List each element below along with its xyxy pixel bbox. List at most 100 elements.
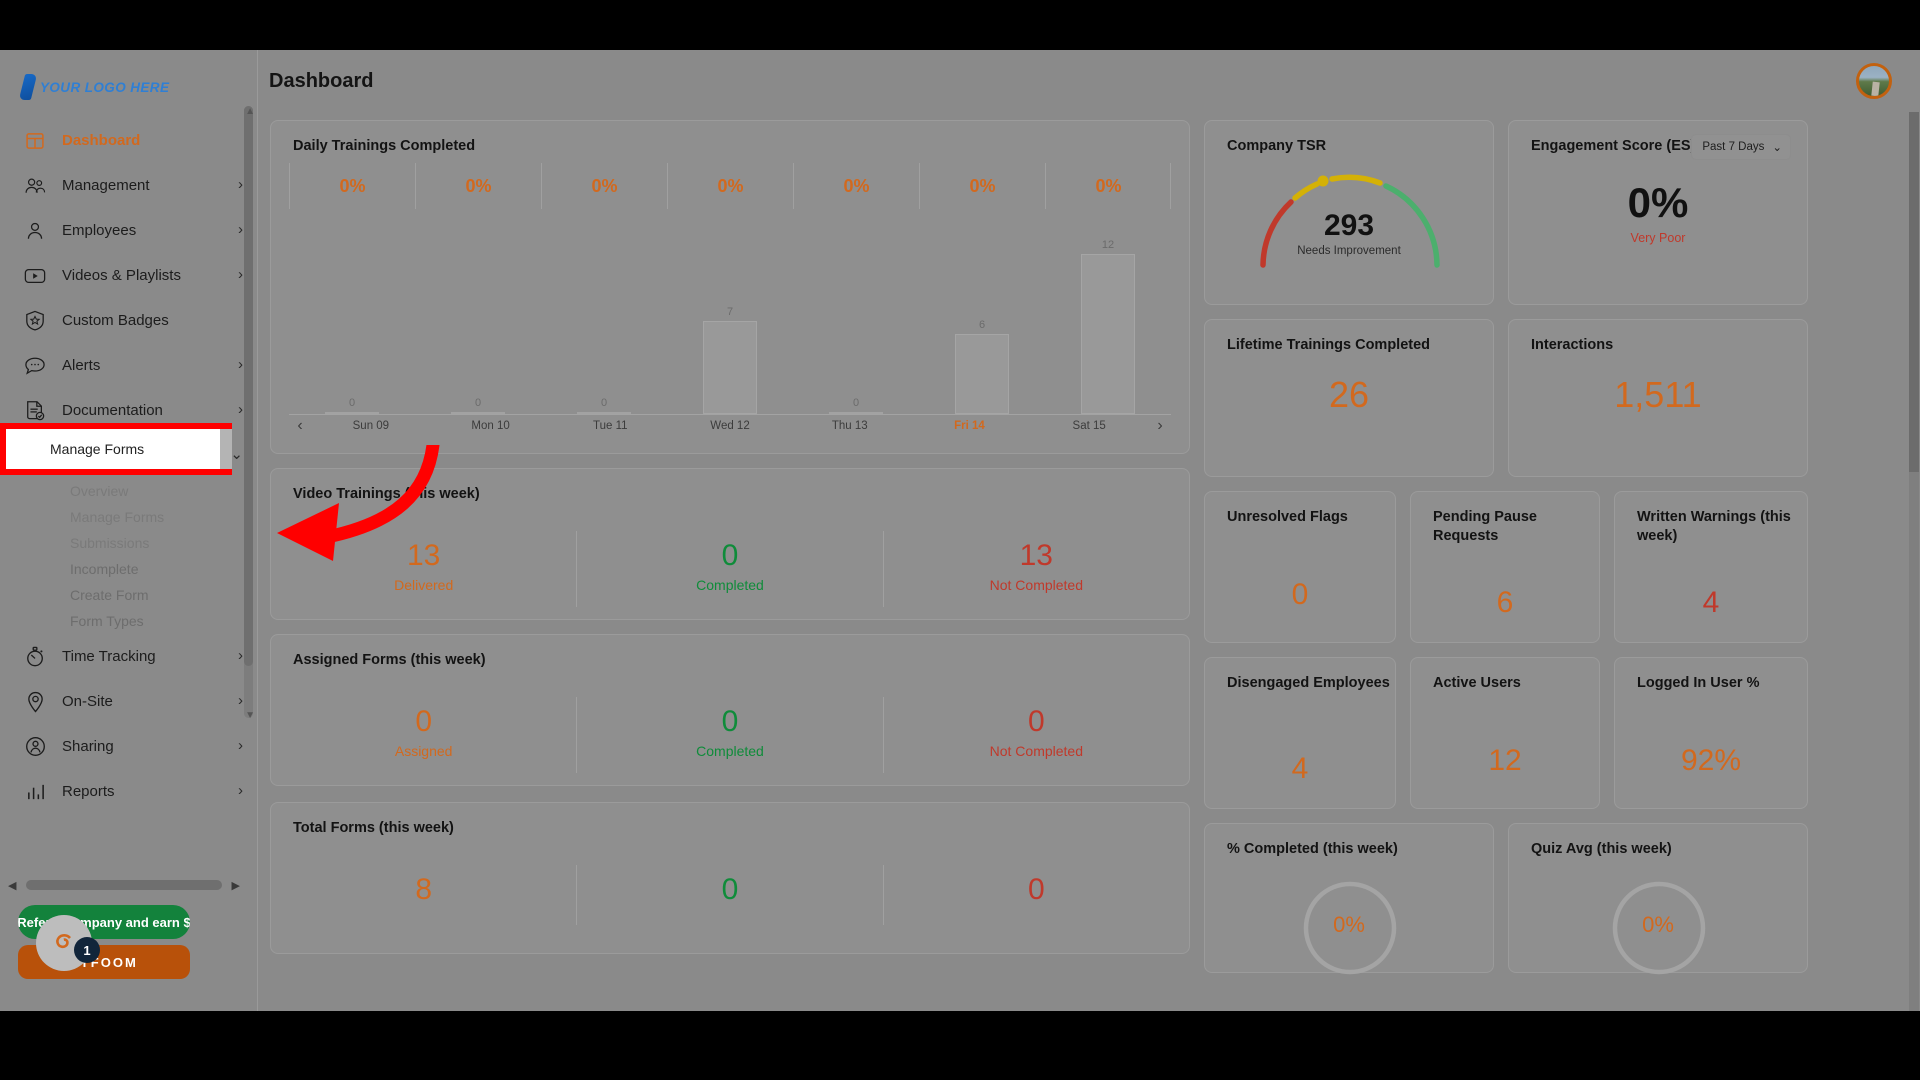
scroll-left-arrow-icon[interactable]: ◀	[8, 879, 16, 892]
sidebar-item-custom-badges[interactable]: Custom Badges	[0, 298, 257, 343]
stat-label: Not Completed	[989, 576, 1084, 593]
bar-column[interactable]: 0	[415, 217, 541, 414]
stat-label: Completed	[696, 742, 764, 759]
sidebar-subitem-label: Overview	[70, 483, 129, 499]
stat-label: Assigned	[394, 742, 453, 759]
axis-tick-label: Tue 11	[593, 420, 628, 432]
bar[interactable]	[451, 412, 505, 414]
chevron-right-icon: ›	[238, 692, 243, 709]
user-avatar[interactable]	[1856, 63, 1892, 99]
card-title: Active Users	[1433, 675, 1521, 691]
sidebar-subitem-create-form[interactable]: Create Form	[0, 582, 257, 608]
scroll-down-arrow-icon[interactable]: ▼	[245, 710, 255, 721]
sidebar-subitem-form-types[interactable]: Form Types	[0, 608, 257, 634]
sidebar-item-label: Custom Badges	[62, 312, 169, 329]
bar[interactable]	[955, 334, 1009, 414]
sidebar-subitem-label: Manage Forms	[70, 509, 165, 525]
bar[interactable]	[703, 321, 757, 414]
card-title: Pending Pause Requests	[1433, 509, 1537, 544]
scrollbar-thumb[interactable]	[26, 880, 222, 890]
chevron-right-icon: ›	[238, 647, 243, 664]
bar-value-label: 0	[852, 397, 860, 409]
bar-column[interactable]: 0	[793, 217, 919, 414]
stat-cell: 0 Assigned	[271, 697, 576, 773]
sidebar-item-employees[interactable]: Employees ›	[0, 208, 257, 253]
sidebar-horizontal-scrollbar[interactable]: ◀ ▶	[8, 877, 240, 893]
stat-value: 0	[415, 705, 432, 738]
sidebar-subitem-incomplete[interactable]: Incomplete	[0, 556, 257, 582]
sidebar-item-sharing[interactable]: Sharing ›	[0, 724, 257, 769]
disengaged-employees-card: Disengaged Employees 4	[1204, 657, 1396, 809]
axis-tick-label: Mon 10	[471, 420, 510, 432]
highlight-scrollbar-segment	[220, 429, 232, 469]
stat-value: 13	[1019, 539, 1053, 572]
scrollbar-thumb[interactable]	[244, 106, 253, 666]
bar[interactable]	[829, 412, 883, 414]
chevron-right-icon: ›	[238, 221, 243, 238]
app-logo[interactable]: YOUR LOGO HERE	[0, 50, 257, 118]
bar-value-label: 0	[348, 397, 356, 409]
sidebar-subitem-overview[interactable]: Overview	[0, 478, 257, 504]
bar[interactable]	[325, 412, 379, 414]
sidebar-subitem-submissions[interactable]: Submissions	[0, 530, 257, 556]
completion-percent-cell: 0%	[793, 163, 919, 209]
card-title: % Completed (this week)	[1227, 841, 1398, 857]
sidebar-subitem-manage-forms[interactable]: Manage Forms	[0, 504, 257, 530]
manage-forms-highlight[interactable]: Manage Forms	[0, 423, 232, 475]
stat-row: 8 0 0	[271, 865, 1189, 925]
axis-tick-label: Wed 12	[710, 420, 750, 432]
bar-column[interactable]: 6	[919, 217, 1045, 414]
bar-value-label: 7	[726, 306, 734, 318]
sidebar-subitem-label: Submissions	[70, 535, 150, 551]
chevron-right-icon: ›	[238, 266, 243, 283]
top-header: Dashboard	[258, 50, 1920, 112]
sidebar-item-on-site[interactable]: On-Site ›	[0, 679, 257, 724]
lifetime-trainings-card: Lifetime Trainings Completed 26	[1204, 319, 1494, 477]
card-title: Written Warnings (this week)	[1637, 509, 1791, 544]
application-window: YOUR LOGO HERE Dashboard Management › Em…	[0, 50, 1920, 1011]
scroll-right-arrow-icon[interactable]: ▶	[232, 879, 240, 892]
sidebar-item-management[interactable]: Management ›	[0, 163, 257, 208]
video-trainings-card: Video Trainings (this week) 13 Delivered 0…	[270, 468, 1190, 620]
percent-completed-card: % Completed (this week) 0%	[1204, 823, 1494, 975]
dashboard-content: Daily Trainings Completed 0% 0% 0% 0% 0% 0% 0%…	[258, 112, 1920, 1011]
chart-next-button[interactable]: ›	[1149, 417, 1171, 435]
main-vertical-scrollbar[interactable]	[1909, 112, 1919, 1011]
bar[interactable]	[1081, 254, 1135, 414]
bar[interactable]	[577, 412, 631, 414]
sidebar-item-reports[interactable]: Reports ›	[0, 769, 257, 814]
bar-column[interactable]: 0	[289, 217, 415, 414]
sidebar-vertical-scrollbar[interactable]	[244, 106, 253, 718]
sidebar-item-label: Reports	[62, 783, 115, 800]
assigned-forms-card: Assigned Forms (this week) 0 Assigned 0 Com…	[270, 634, 1190, 786]
kpi-value: 4	[1702, 586, 1720, 619]
stat-cell: 0	[882, 865, 1189, 925]
chevron-right-icon: ›	[238, 356, 243, 373]
completion-percent-cell: 0%	[415, 163, 541, 209]
sidebar-item-videos-playlists[interactable]: Videos & Playlists ›	[0, 253, 257, 298]
documentation-icon	[22, 398, 48, 424]
bar-column[interactable]: 0	[541, 217, 667, 414]
stat-label: Not Completed	[989, 742, 1084, 759]
donut-value: 0%	[1642, 912, 1674, 937]
sidebar: YOUR LOGO HERE Dashboard Management › Em…	[0, 50, 258, 1011]
stat-label: Completed	[696, 576, 764, 593]
scroll-up-arrow-icon[interactable]: ▲	[245, 106, 255, 117]
chevron-down-icon: ⌄	[1772, 142, 1782, 154]
chat-unread-badge: 1	[74, 937, 100, 963]
sidebar-item-dashboard[interactable]: Dashboard	[0, 118, 257, 163]
chart-prev-button[interactable]: ‹	[289, 417, 311, 435]
sidebar-item-alerts[interactable]: Alerts ›	[0, 343, 257, 388]
bar-column[interactable]: 12	[1045, 217, 1171, 414]
sidebar-subitem-label: Form Types	[70, 613, 144, 629]
engagement-score-status: Very Poor	[1630, 231, 1686, 245]
engagement-score-value: 0%	[1627, 179, 1689, 226]
bar-column[interactable]: 7	[667, 217, 793, 414]
sidebar-item-time-tracking[interactable]: Time Tracking ›	[0, 634, 257, 679]
date-range-select[interactable]: Past 7 Days ⌄	[1691, 134, 1791, 160]
card-title: Unresolved Flags	[1227, 509, 1348, 525]
scrollbar-thumb[interactable]	[1909, 112, 1919, 472]
sidebar-item-label: Alerts	[62, 357, 101, 374]
badge-icon	[22, 308, 48, 334]
page-title: Dashboard	[269, 69, 374, 92]
